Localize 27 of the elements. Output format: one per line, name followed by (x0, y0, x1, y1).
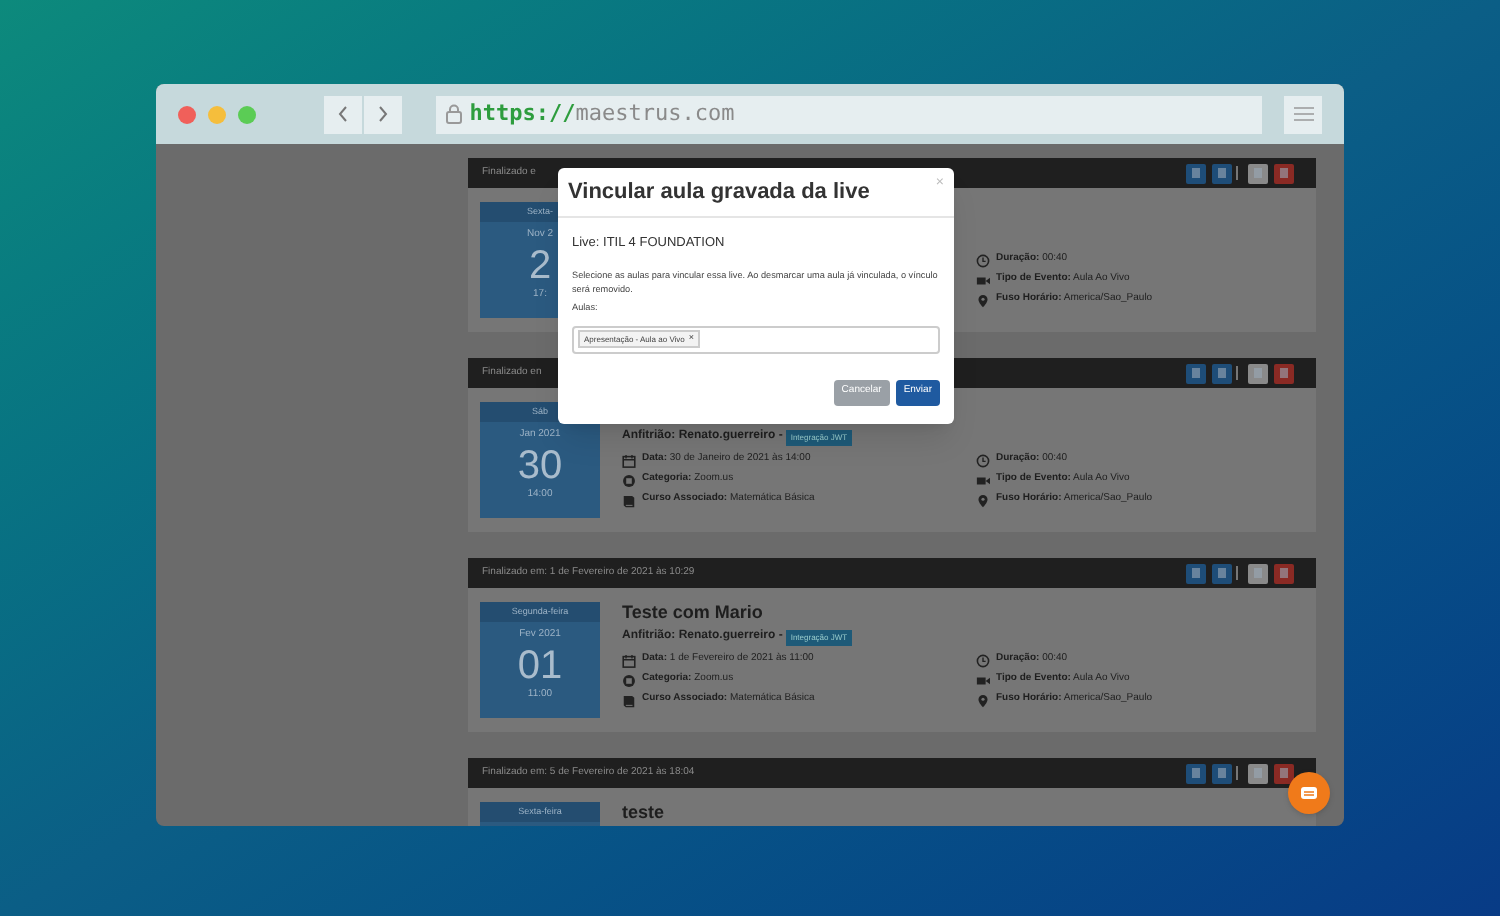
modal-title: Vincular aula gravada da live (568, 177, 870, 208)
event-title: teste (622, 800, 665, 826)
back-button[interactable] (323, 95, 362, 133)
event-title: Teste com Mario (622, 600, 763, 627)
forward-button[interactable] (363, 95, 402, 133)
video-camera-icon (976, 473, 990, 487)
book-icon (622, 693, 636, 707)
day-number: 30 (517, 443, 563, 487)
calendar-icon (622, 653, 636, 667)
map-pin-icon (976, 693, 990, 707)
clock-icon (976, 453, 990, 467)
chevron-left-icon (337, 106, 348, 122)
lock-icon (445, 104, 462, 124)
video-camera-icon (976, 673, 990, 687)
map-pin-icon (976, 493, 990, 507)
clock-icon (976, 653, 990, 667)
clock-icon (976, 253, 990, 267)
day-number: 2 (528, 243, 552, 287)
chat-icon (1300, 786, 1318, 800)
calendar-icon (622, 453, 636, 467)
day-number: 01 (517, 643, 563, 687)
chevron-right-icon (377, 106, 388, 122)
map-pin-icon (976, 293, 990, 307)
book-icon (622, 493, 636, 507)
chat-button[interactable] (1288, 772, 1330, 814)
url-text: https://maestrus.com (469, 97, 735, 130)
video-camera-icon (976, 273, 990, 287)
